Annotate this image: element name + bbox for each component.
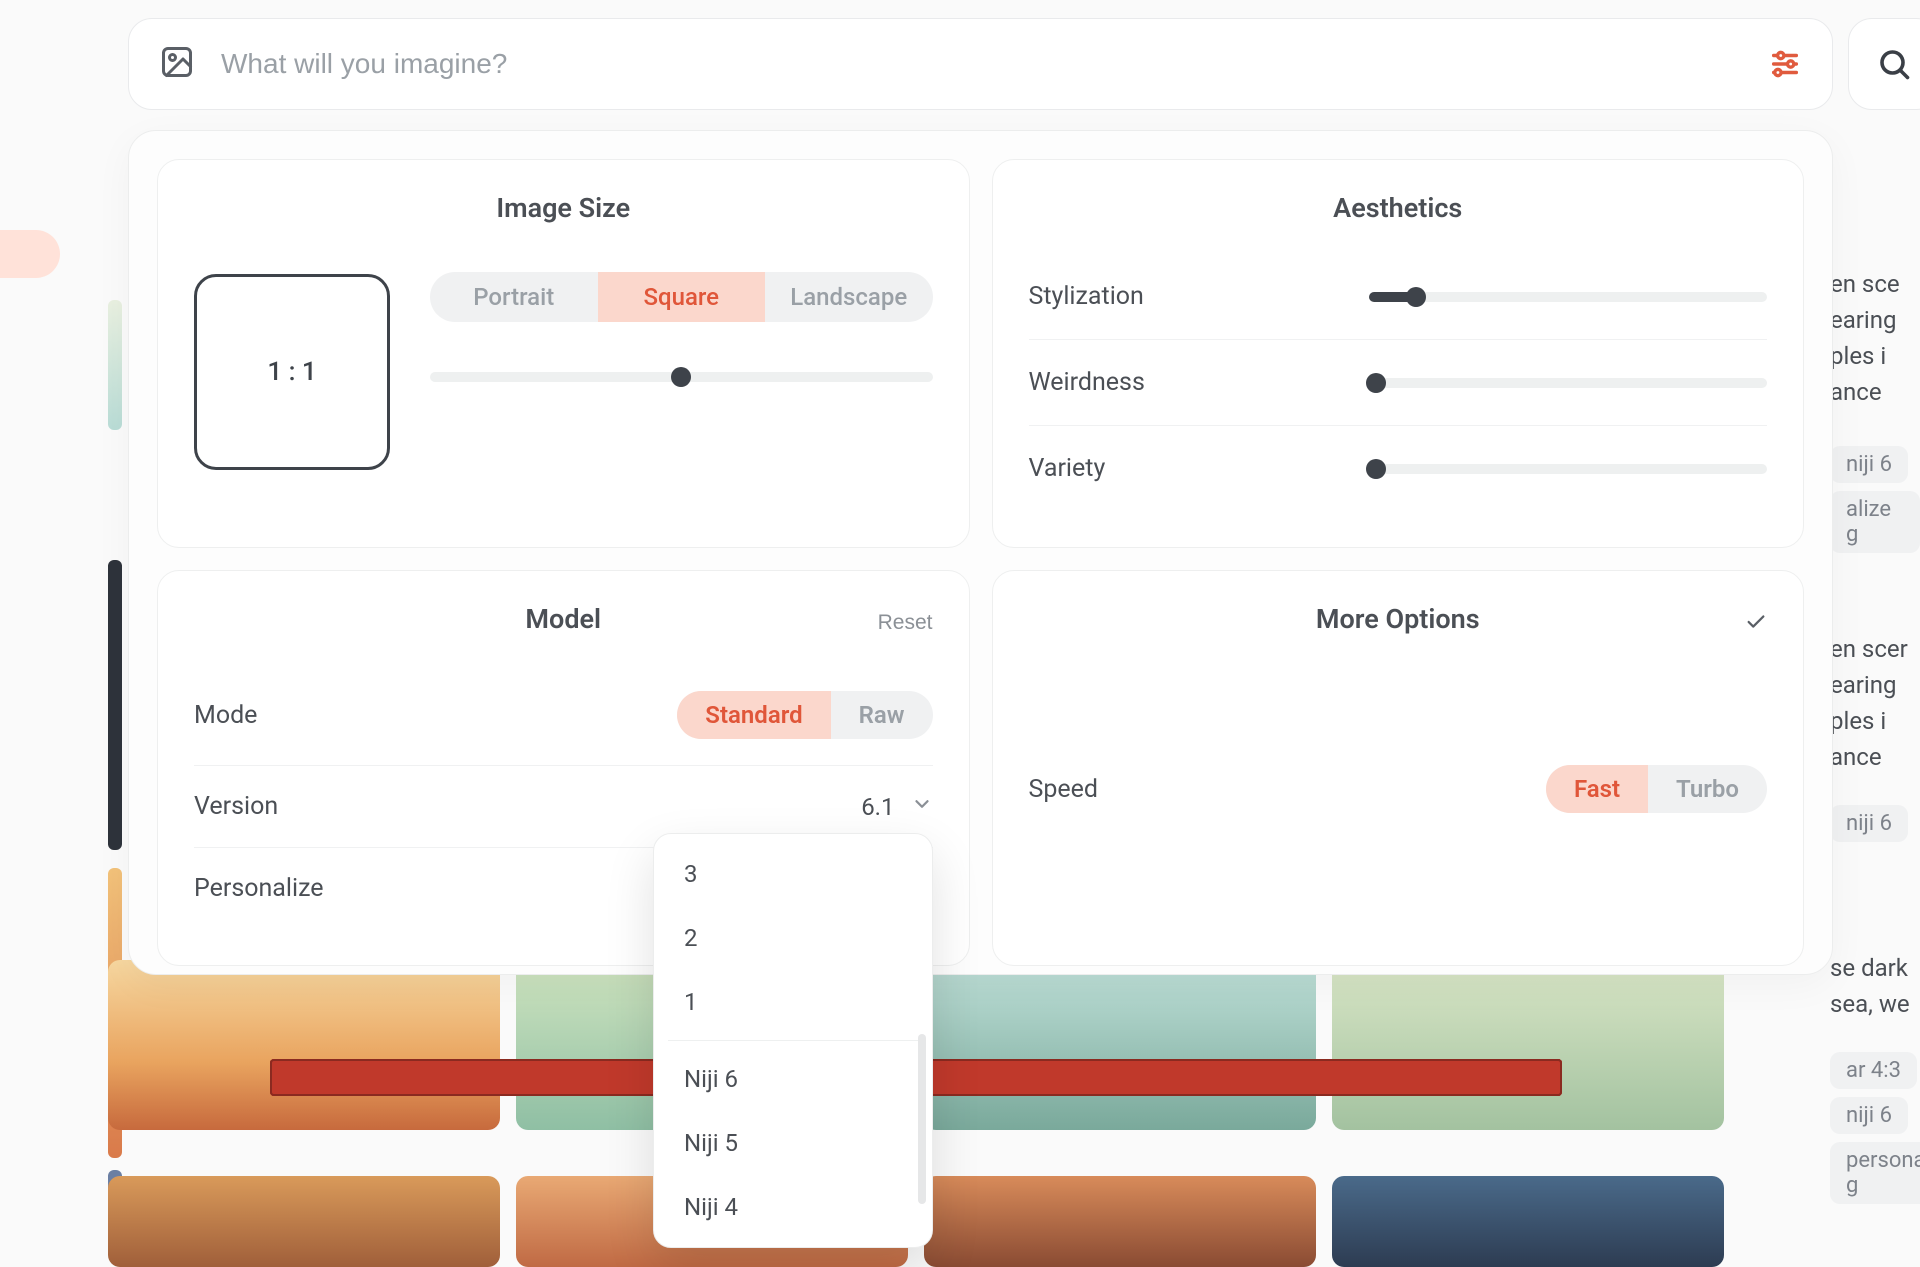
clip-text: en sce xyxy=(1830,270,1920,298)
settings-panel: Image Size 1 : 1 Portrait Square Landsca… xyxy=(128,130,1833,975)
image-size-card: Image Size 1 : 1 Portrait Square Landsca… xyxy=(157,159,970,548)
tag[interactable]: ar 4:3 xyxy=(1830,1052,1917,1089)
separator xyxy=(668,1040,918,1041)
card-title: Aesthetics xyxy=(1029,192,1768,224)
mode-standard[interactable]: Standard xyxy=(677,691,830,739)
prompt-bar[interactable] xyxy=(128,18,1833,110)
mode-row: Mode Standard Raw xyxy=(194,665,933,766)
speed-row: Speed Fast Turbo xyxy=(1029,765,1768,813)
mode-raw[interactable]: Raw xyxy=(831,691,933,739)
version-selected: 6.1 xyxy=(861,793,894,821)
weirdness-slider[interactable] xyxy=(1369,378,1768,388)
clip-text: ples i xyxy=(1830,342,1920,370)
gallery-thumb[interactable] xyxy=(924,1176,1316,1267)
row-label: Variety xyxy=(1029,454,1329,483)
image-icon xyxy=(159,44,195,84)
aesthetics-row-weirdness: Weirdness xyxy=(1029,340,1768,426)
tag[interactable]: niji 6 xyxy=(1830,446,1908,483)
row-label: Mode xyxy=(194,701,257,730)
clip-text: ance xyxy=(1830,378,1920,406)
clip-text: earing xyxy=(1830,306,1920,334)
speed-turbo[interactable]: Turbo xyxy=(1648,765,1767,813)
right-strip: en sce earing ples i ance niji 6 alize g… xyxy=(1830,270,1920,1267)
version-option[interactable]: Niji 5 xyxy=(654,1111,932,1175)
row-label: Stylization xyxy=(1029,282,1329,311)
version-option[interactable]: 2 xyxy=(654,906,932,970)
gallery-thumb[interactable] xyxy=(108,1176,500,1267)
tag[interactable]: personalize g xyxy=(1830,1142,1920,1204)
gallery-thumb[interactable] xyxy=(1332,960,1724,1130)
search-button[interactable] xyxy=(1848,18,1920,110)
more-options-card: More Options Speed Fast Turbo xyxy=(992,570,1805,966)
row-label: Speed xyxy=(1029,775,1099,804)
aspect-preview: 1 : 1 xyxy=(194,274,390,470)
speed-pills: Fast Turbo xyxy=(1546,765,1767,813)
clip-text: earing xyxy=(1830,671,1920,699)
topbar xyxy=(128,18,1840,110)
check-icon[interactable] xyxy=(1745,611,1767,637)
stylization-slider[interactable] xyxy=(1369,292,1768,302)
clip-text: en scer xyxy=(1830,635,1920,663)
card-title: Model xyxy=(194,603,933,635)
tag[interactable]: alize g xyxy=(1830,491,1920,553)
version-option[interactable]: 1 xyxy=(654,970,932,1034)
settings-toggle-button[interactable] xyxy=(1768,47,1802,81)
aspect-ratio-label: 1 : 1 xyxy=(267,357,316,387)
row-label: Weirdness xyxy=(1029,368,1329,397)
tab-landscape[interactable]: Landscape xyxy=(765,272,933,322)
version-option[interactable]: 3 xyxy=(654,842,932,906)
aesthetics-row-stylization: Stylization xyxy=(1029,254,1768,340)
tag[interactable]: niji 6 xyxy=(1830,805,1908,842)
version-option[interactable]: Niji 6 xyxy=(654,1047,932,1111)
version-select[interactable]: 6.1 xyxy=(861,793,932,821)
left-thumb xyxy=(108,560,122,850)
clip-text: ance xyxy=(1830,743,1920,771)
version-option[interactable]: Niji 4 xyxy=(654,1175,932,1239)
aesthetics-card: Aesthetics Stylization Weirdness Variety xyxy=(992,159,1805,548)
prompt-input[interactable] xyxy=(221,48,1742,80)
left-thumb xyxy=(108,300,122,430)
gallery-thumb[interactable] xyxy=(1332,1176,1724,1267)
chevron-down-icon xyxy=(911,793,933,821)
card-title: More Options xyxy=(1029,603,1768,635)
tag[interactable]: niji 6 xyxy=(1830,1097,1908,1134)
mode-pills: Standard Raw xyxy=(677,691,932,739)
version-dropdown: 3 2 1 Niji 6 Niji 5 Niji 4 xyxy=(653,833,933,1248)
card-title: Image Size xyxy=(194,192,933,224)
gallery-thumb[interactable] xyxy=(924,960,1316,1130)
tab-square[interactable]: Square xyxy=(598,272,766,322)
variety-slider[interactable] xyxy=(1369,464,1768,474)
left-edge xyxy=(0,0,120,1267)
speed-fast[interactable]: Fast xyxy=(1546,765,1648,813)
row-label: Version xyxy=(194,792,278,821)
row-label: Personalize xyxy=(194,874,324,903)
clip-text: ples i xyxy=(1830,707,1920,735)
left-pill xyxy=(0,230,60,278)
aspect-tabs: Portrait Square Landscape xyxy=(430,272,933,322)
reset-button[interactable]: Reset xyxy=(878,611,933,635)
aesthetics-row-variety: Variety xyxy=(1029,426,1768,511)
scrollbar[interactable] xyxy=(918,1034,926,1204)
clip-text: sea, we xyxy=(1830,990,1920,1018)
tab-portrait[interactable]: Portrait xyxy=(430,272,598,322)
aspect-slider[interactable] xyxy=(430,372,933,382)
gallery-thumb[interactable] xyxy=(108,960,500,1130)
clip-text: se dark xyxy=(1830,954,1920,982)
